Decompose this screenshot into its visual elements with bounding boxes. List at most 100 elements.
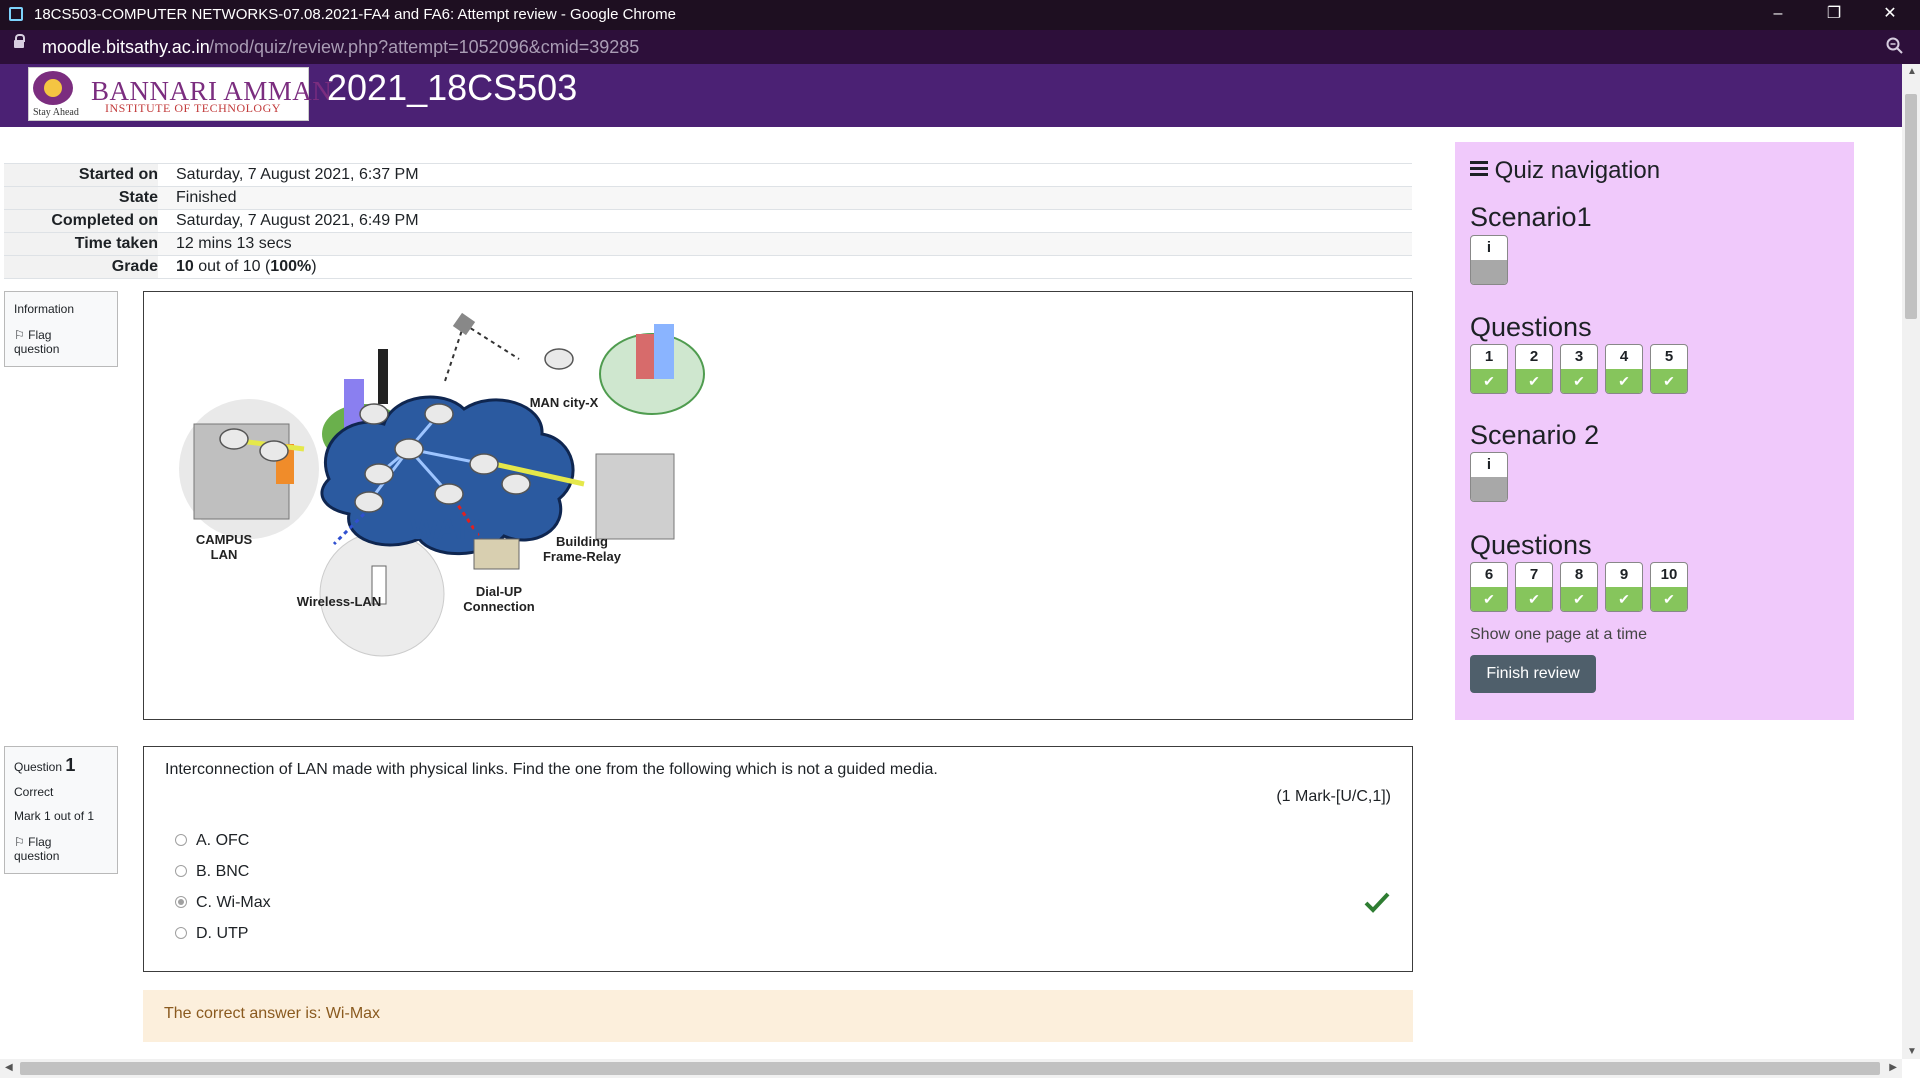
quiz-navigation-panel: Quiz navigation Scenario1 i Questions 1 ✔… (1455, 142, 1854, 720)
answer-option-selected[interactable]: C. Wi-Max (175, 894, 271, 912)
grade-percent: 100% (270, 258, 312, 275)
nav-info-label: i (1486, 239, 1492, 256)
answer-option[interactable]: D. UTP (175, 925, 248, 943)
answer-option[interactable]: B. BNC (175, 863, 249, 881)
nav-question-button[interactable]: 1 ✔ (1470, 344, 1508, 394)
check-icon: ✔ (1516, 587, 1552, 611)
flag-question-link[interactable]: ⚐ Flag question (14, 328, 94, 356)
quiz-navigation-title-text: Quiz navigation (1494, 157, 1661, 184)
zoom-icon[interactable] (1886, 37, 1904, 60)
check-icon: ✔ (1651, 369, 1687, 393)
check-icon: ✔ (1606, 587, 1642, 611)
check-icon: ✔ (1471, 369, 1507, 393)
nav-question-button[interactable]: 6 ✔ (1470, 562, 1508, 612)
summary-label: State (4, 187, 158, 209)
nav-question-button[interactable]: 3 ✔ (1560, 344, 1598, 394)
vertical-scroll-thumb[interactable] (1905, 94, 1917, 319)
check-icon: ✔ (1561, 369, 1597, 393)
summary-value: Finished (176, 189, 237, 206)
summary-label: Grade (4, 256, 158, 278)
section-heading: Questions (1470, 530, 1592, 560)
nav-question-button[interactable]: 2 ✔ (1515, 344, 1553, 394)
show-one-page-link[interactable]: Show one page at a time (1470, 626, 1647, 644)
logo-emblem (33, 71, 73, 105)
nav-question-button[interactable]: 4 ✔ (1605, 344, 1643, 394)
institution-logo[interactable]: BANNARI AMMAN INSTITUTE OF TECHNOLOGY St… (28, 67, 332, 121)
section-heading: Scenario1 (1470, 202, 1592, 232)
course-title[interactable]: 2021_18CS503 (327, 67, 577, 109)
finish-review-button[interactable]: Finish review (1470, 655, 1596, 693)
summary-row: Started on Saturday, 7 August 2021, 6:37… (4, 163, 1412, 186)
building-label-2: Frame-Relay (543, 549, 622, 564)
wireless-label: Wireless-LAN (297, 594, 381, 609)
marks-note: (1 Mark-[U/C,1]) (1276, 788, 1391, 805)
nav-question-number: 3 (1574, 348, 1584, 365)
dialup-label-1: Dial-UP (476, 584, 523, 599)
check-icon: ✔ (1651, 587, 1687, 611)
nav-status-bar (1471, 260, 1507, 284)
restore-button[interactable]: ❐ (1806, 0, 1862, 30)
wan-label: WAN (410, 513, 480, 546)
nav-question-button[interactable]: 8 ✔ (1560, 562, 1598, 612)
question-text: Interconnection of LAN made with physica… (165, 761, 938, 778)
horizontal-scroll-thumb[interactable] (20, 1062, 1880, 1075)
check-icon: ✔ (1516, 369, 1552, 393)
check-icon: ✔ (1471, 587, 1507, 611)
scroll-right-arrow-icon[interactable]: ▶ (1889, 1062, 1897, 1073)
answer-option[interactable]: A. OFC (175, 832, 249, 850)
network-diagram: WAN MAN city-X CAMPUS LAN Building Frame… (164, 304, 724, 674)
correct-answer-text: The correct answer is: Wi-Max (164, 1005, 381, 1022)
correct-answer-feedback: The correct answer is: Wi-Max (143, 990, 1413, 1042)
close-button[interactable]: ✕ (1862, 0, 1918, 30)
scroll-down-arrow-icon[interactable]: ▼ (1907, 1046, 1917, 1057)
nav-question-number: 5 (1664, 348, 1674, 365)
scroll-left-arrow-icon[interactable]: ◀ (5, 1062, 13, 1073)
vertical-scrollbar[interactable]: ▲ ▼ (1902, 64, 1920, 1059)
man-label: MAN city-X (530, 395, 599, 410)
url-path[interactable]: /mod/quiz/review.php?attempt=1052096&cmi… (209, 37, 639, 58)
scroll-up-arrow-icon[interactable]: ▲ (1907, 66, 1917, 77)
section-heading: Scenario 2 (1470, 420, 1600, 450)
correct-checkmark-icon (1364, 891, 1390, 918)
nav-question-button[interactable]: 9 ✔ (1605, 562, 1643, 612)
horizontal-scrollbar[interactable]: ◀ ▶ (0, 1059, 1902, 1078)
nav-question-button[interactable]: 10 ✔ (1650, 562, 1688, 612)
option-radio[interactable] (175, 833, 187, 846)
summary-value: Saturday, 7 August 2021, 6:37 PM (176, 166, 419, 183)
flag-icon: ⚐ (14, 328, 25, 342)
grade-end: ) (311, 258, 317, 275)
nav-question-number: 7 (1529, 566, 1539, 583)
option-label: B. BNC (196, 863, 250, 880)
building-label-1: Building (556, 534, 608, 549)
campus-label-2: LAN (211, 547, 238, 562)
option-label: A. OFC (196, 832, 250, 849)
menu-icon (1470, 155, 1488, 183)
url-host[interactable]: moodle.bitsathy.ac.in (42, 37, 210, 58)
nav-info-button[interactable]: i (1470, 235, 1508, 285)
nav-question-number: 6 (1484, 566, 1494, 583)
question-mark: Mark 1 out of 1 (14, 809, 95, 823)
option-radio-selected[interactable] (175, 895, 187, 908)
flag-question-link[interactable]: ⚐ Flag question (14, 835, 94, 863)
nav-question-button[interactable]: 7 ✔ (1515, 562, 1553, 612)
summary-label: Completed on (4, 210, 158, 232)
summary-value: 12 mins 13 secs (176, 235, 292, 252)
question-number: 1 (65, 755, 76, 775)
information-label: Information (14, 302, 75, 316)
nav-info-label: i (1486, 456, 1492, 473)
lock-icon[interactable] (14, 34, 25, 48)
option-radio[interactable] (175, 864, 187, 877)
logo-subtitle: INSTITUTE OF TECHNOLOGY (105, 101, 281, 115)
browser-title-bar: 18CS503-COMPUTER NETWORKS-07.08.2021-FA4… (0, 0, 1920, 30)
address-bar[interactable]: moodle.bitsathy.ac.in /mod/quiz/review.p… (0, 30, 1920, 64)
scenario-content-box: WAN MAN city-X CAMPUS LAN Building Frame… (143, 291, 1413, 720)
nav-question-number: 1 (1484, 348, 1494, 365)
grade-score: 10 (176, 258, 194, 275)
nav-question-button[interactable]: 5 ✔ (1650, 344, 1688, 394)
option-radio[interactable] (175, 926, 187, 939)
nav-info-button[interactable]: i (1470, 452, 1508, 502)
site-header: BANNARI AMMAN INSTITUTE OF TECHNOLOGY St… (0, 64, 1902, 127)
summary-row: Completed on Saturday, 7 August 2021, 6:… (4, 209, 1412, 232)
summary-label: Time taken (4, 233, 158, 255)
minimize-button[interactable]: – (1750, 0, 1806, 30)
